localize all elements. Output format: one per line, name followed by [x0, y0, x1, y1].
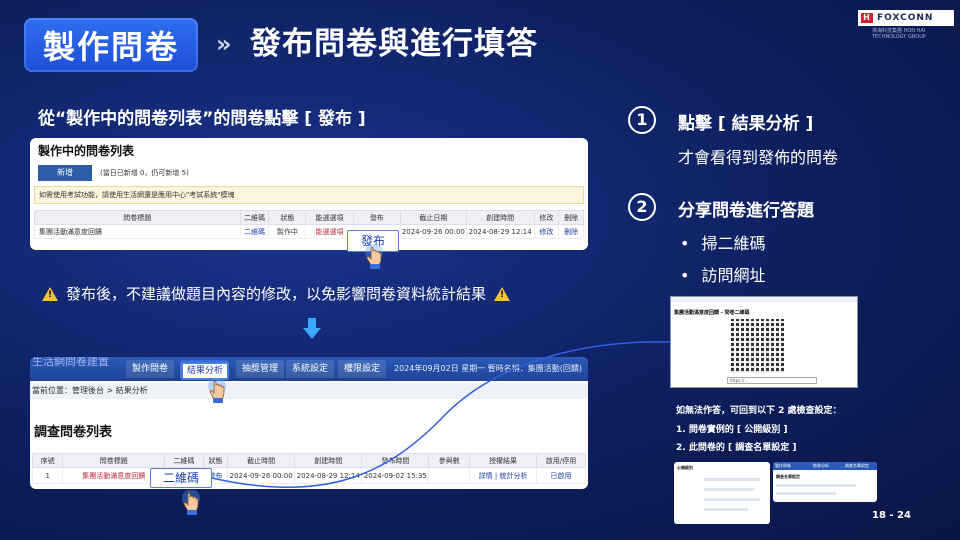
thumb-line [776, 484, 856, 487]
note-survey-list: 2. 此問卷的 [ 調查名單設定 ] [676, 443, 797, 453]
thumb-line [704, 478, 760, 481]
survey-url-field[interactable]: https://... [727, 377, 817, 384]
connector-line [211, 341, 673, 489]
check-settings-note: 如無法作答，可回到以下 2 處檢查設定： [676, 406, 842, 416]
thumb2-title: 調查名單設定 [776, 474, 800, 479]
step-2-title: 分享問卷進行答題 [678, 201, 814, 221]
bullet-scan-qr: 掃二維碼 [680, 230, 765, 254]
thumb2-tab: 結果分析 [813, 463, 829, 468]
step-1-desc: 才會看得到發佈的問卷 [678, 148, 839, 167]
dialog-title: 集團活動滿意度回饋 - 問卷二維碼 [674, 310, 750, 316]
dialog-topbar [671, 297, 857, 302]
thumb2-tab: 製作問卷 [775, 463, 791, 468]
step-number-badge: 2 [628, 193, 656, 221]
qr-code-dialog-screenshot: 集團活動滿意度回饋 - 問卷二維碼 https://... [670, 296, 858, 388]
qr-code-image [731, 319, 785, 373]
step-1-title: 點擊 [ 結果分析 ] [678, 114, 814, 134]
public-level-thumbnail: 公開級別 [674, 462, 770, 524]
thumb-line [776, 492, 836, 495]
thumb-line [704, 488, 754, 491]
thumb-line [704, 508, 748, 511]
note-public-level: 1. 問卷實例的 [ 公開級別 ] [676, 425, 788, 435]
page-number: 18 - 24 [872, 510, 911, 521]
thumb2-tab: 調查名單設定 [845, 463, 869, 468]
thumb-line [704, 498, 760, 501]
bullet-visit-url: 訪問網址 [680, 262, 765, 286]
survey-list-thumbnail: 製作問卷 結果分析 調查名單設定 調查名單設定 [773, 462, 877, 502]
step-number-badge: 1 [628, 106, 656, 134]
thumb1-title: 公開級別 [677, 465, 693, 470]
